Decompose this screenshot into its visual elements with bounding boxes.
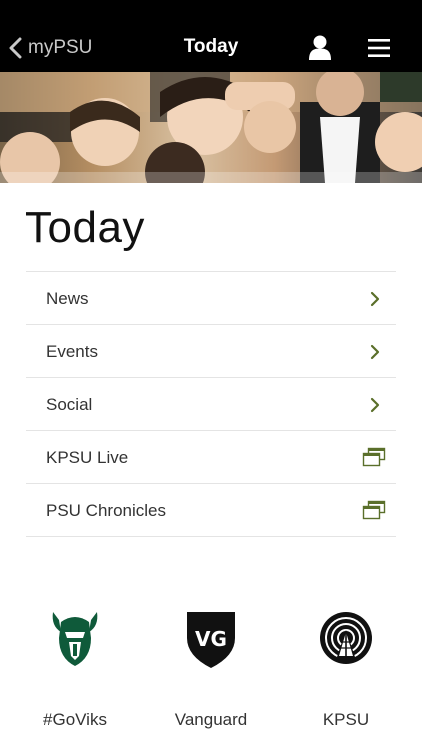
hero-photo: [0, 72, 422, 183]
page-heading: Today: [25, 203, 145, 252]
menu-item-label: KPSU Live: [46, 448, 129, 467]
quick-link-vanguard[interactable]: VG Vanguard: [151, 608, 271, 730]
menu-item-label: Events: [46, 342, 98, 361]
menu-item-kpsu-live[interactable]: KPSU Live: [26, 431, 396, 484]
vanguard-shield-logo: VG: [187, 612, 235, 668]
top-navigation-bar: myPSU Today: [0, 0, 422, 72]
chevron-right-icon: [370, 344, 380, 360]
menu-item-label: PSU Chronicles: [46, 501, 166, 520]
chevron-right-icon: [370, 291, 380, 307]
hamburger-menu-icon[interactable]: [367, 38, 391, 58]
chevron-right-icon: [370, 397, 380, 413]
menu-item-label: News: [46, 289, 89, 308]
menu-item-news[interactable]: News: [26, 272, 396, 325]
external-window-icon: [362, 500, 386, 520]
back-button[interactable]: myPSU: [8, 34, 92, 62]
vanguard-logo-text: VG: [195, 627, 227, 651]
kpsu-radio-logo: [320, 612, 372, 664]
today-menu-list: News Events Social KPSU Live PSU Chronic…: [26, 271, 396, 537]
quick-link-label: KPSU: [322, 710, 370, 729]
user-icon[interactable]: [308, 34, 332, 60]
quick-link-label: Vanguard: [174, 710, 248, 729]
chevron-left-icon: [9, 37, 22, 59]
external-window-icon: [362, 447, 386, 467]
quick-link-kpsu[interactable]: KPSU: [286, 608, 406, 730]
viking-logo: [52, 612, 98, 666]
menu-item-events[interactable]: Events: [26, 325, 396, 378]
menu-item-social[interactable]: Social: [26, 378, 396, 431]
back-button-label: myPSU: [28, 37, 93, 58]
menu-item-psu-chronicles[interactable]: PSU Chronicles: [26, 484, 396, 537]
menu-item-label: Social: [46, 395, 93, 414]
quick-links: #GoViks VG Vanguard KPSU: [0, 608, 422, 738]
quick-link-label: #GoViks: [43, 710, 107, 729]
quick-link-goviks[interactable]: #GoViks: [15, 608, 135, 730]
